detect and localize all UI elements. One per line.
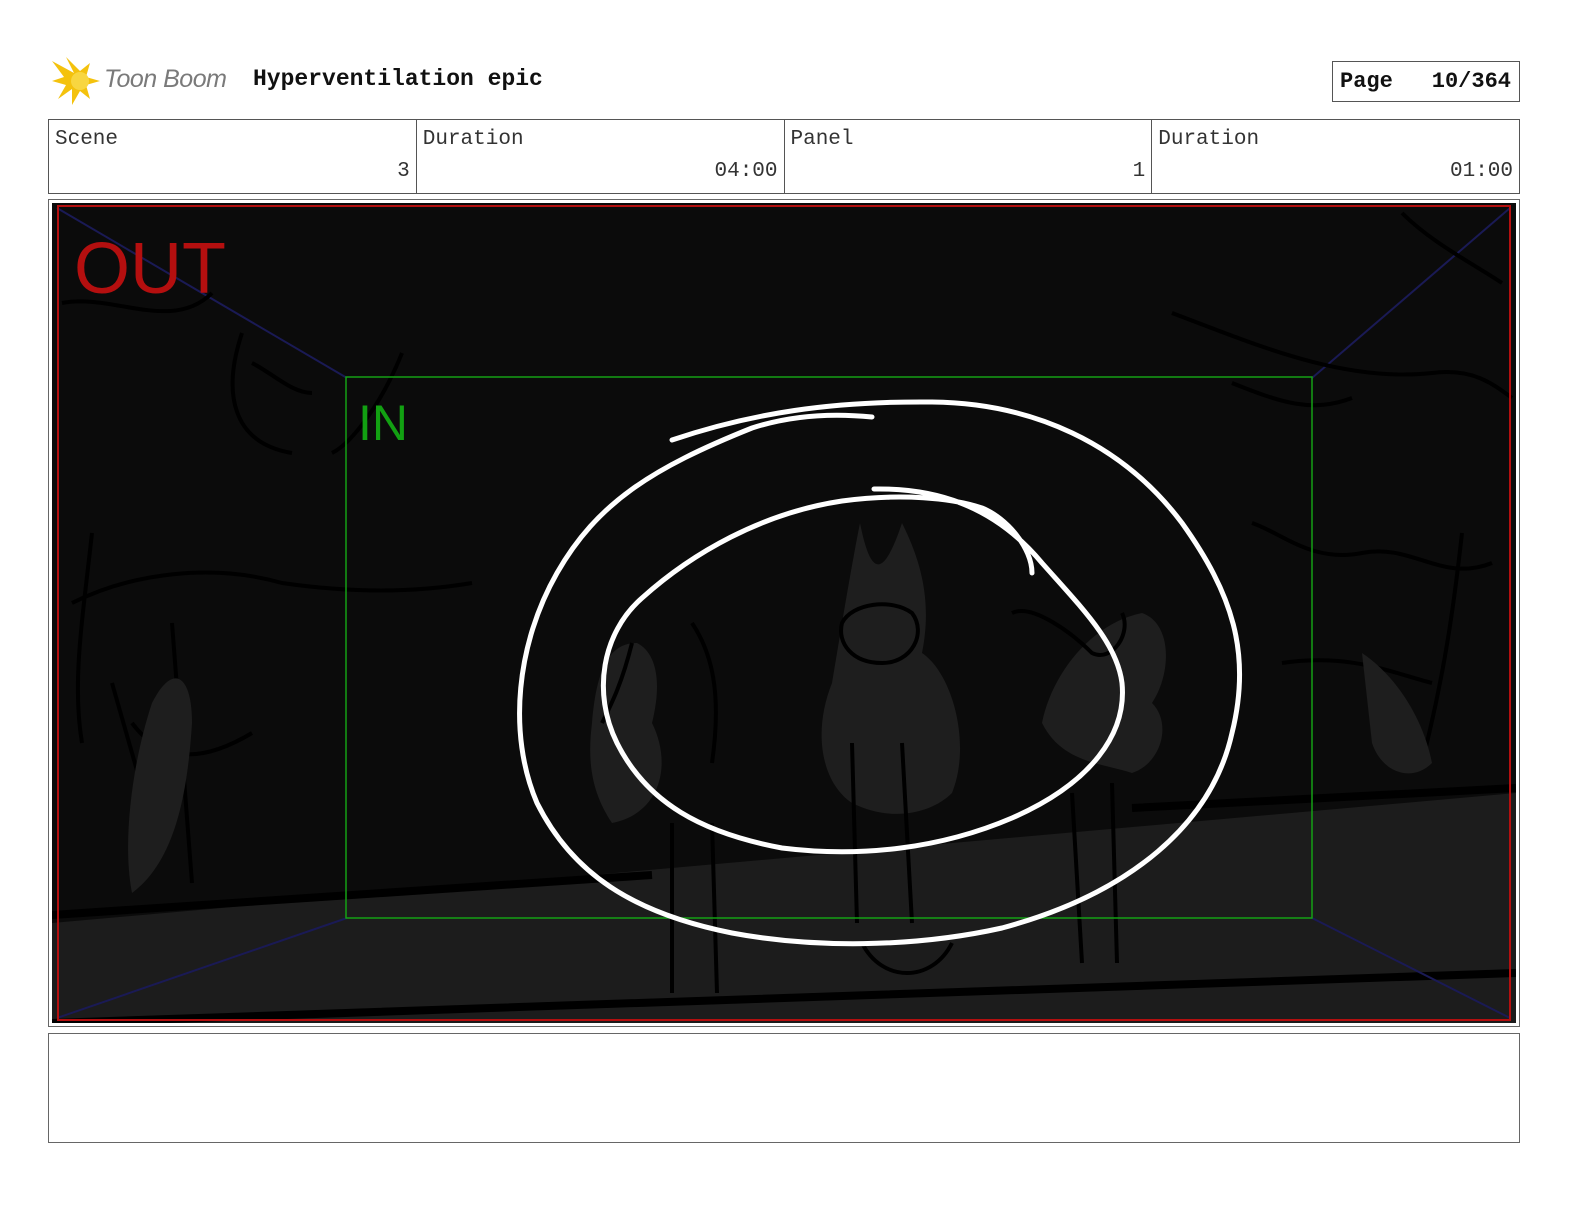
scene-info-table: Scene 3 Duration 04:00 Panel 1 Duration … [48,119,1520,194]
panel-duration-label: Duration [1158,128,1260,151]
in-frame-label: IN [358,395,408,451]
panel-drawing: OUT IN [52,203,1516,1023]
scene-value: 3 [397,160,410,183]
scene-label: Scene [55,128,119,151]
scene-cell: Scene 3 [49,120,417,193]
logo-text: Toon Boom [104,65,227,93]
scene-duration-label: Duration [422,128,524,151]
project-title: Hyperventilation epic [253,66,543,92]
panel-label: Panel [790,128,854,151]
storyboard-panel: OUT IN [48,199,1520,1027]
panel-value: 1 [1132,160,1146,183]
panel-duration-value: 01:00 [1449,160,1513,183]
page-value: 10/364 [1431,69,1511,94]
panel-sketch [52,205,1516,1023]
page-label: Page [1340,69,1393,94]
scene-duration-cell: Duration 04:00 [417,120,785,193]
toon-boom-logo: Toon Boom [50,55,240,107]
out-frame-label: OUT [74,229,226,309]
background-scribbles [61,211,1514,884]
panel-duration-cell: Duration 01:00 [1152,120,1519,193]
panel-notes-box[interactable] [48,1033,1520,1143]
toon-boom-burst-icon [52,57,100,105]
scene-duration-value: 04:00 [714,160,778,183]
panel-cell: Panel 1 [785,120,1153,193]
floor-shape [52,793,1516,1023]
page-indicator: Page 10/364 [1332,61,1520,102]
